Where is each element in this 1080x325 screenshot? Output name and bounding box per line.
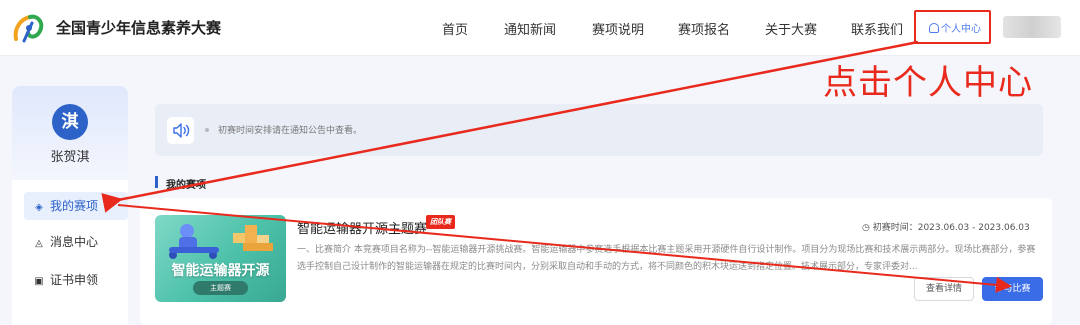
join-competition-button[interactable]: 参与比赛 — [982, 277, 1043, 301]
notice-text: 初赛时间安排请在通知公告中查看。 — [218, 126, 363, 136]
top-header: 全国青少年信息素养大赛 首页 通知新闻 赛项说明 赛项报名 关于大赛 联系我们 … — [0, 0, 1080, 56]
team-tag: 团队赛 — [426, 215, 455, 229]
user-center-label: 个人中心 — [941, 24, 981, 35]
sidebar: 淇 张贺淇 ◈ 我的赛项 ◬ 消息中心 ▣ 证书申领 — [12, 86, 128, 325]
sidebar-item-messages[interactable]: ◬ 消息中心 — [24, 228, 128, 256]
user-icon — [929, 23, 939, 33]
bullet-dot — [205, 128, 209, 132]
schedule-time-text: 初赛时间：2023.06.03 - 2023.06.03 — [872, 223, 1030, 233]
sidebar-item-label: 证书申领 — [50, 273, 99, 287]
sidebar-item-label: 我的赛项 — [50, 199, 99, 213]
sidebar-item-certificates[interactable]: ▣ 证书申领 — [24, 266, 128, 294]
nav-news[interactable]: 通知新闻 — [504, 19, 556, 38]
nav-event-info[interactable]: 赛项说明 — [592, 19, 644, 38]
certificate-icon: ▣ — [34, 276, 44, 287]
layers-icon: ◈ — [35, 202, 43, 213]
nav-registration[interactable]: 赛项报名 — [678, 19, 730, 38]
avatar: 淇 — [52, 104, 88, 140]
page: 全国青少年信息素养大赛 首页 通知新闻 赛项说明 赛项报名 关于大赛 联系我们 … — [0, 0, 1080, 325]
speaker-icon — [167, 117, 194, 144]
bell-icon: ◬ — [35, 238, 43, 249]
section-marker — [155, 176, 158, 188]
competition-thumbnail[interactable]: 智能运输器开源 主题赛 — [155, 215, 286, 302]
sidebar-item-label: 消息中心 — [50, 235, 99, 249]
view-details-button[interactable]: 查看详情 — [914, 277, 974, 301]
profile-header: 淇 张贺淇 — [12, 86, 128, 180]
user-name: 张贺淇 — [50, 150, 90, 165]
competition-card: 智能运输器开源 主题赛 智能运输器开源主题赛 团队赛 ◷ 初赛时间：2023.0… — [140, 198, 1052, 325]
thumbnail-title: 智能运输器开源 — [171, 263, 270, 279]
nav-contact[interactable]: 联系我们 — [851, 19, 903, 38]
competition-title[interactable]: 智能运输器开源主题赛 — [297, 218, 427, 237]
thumbnail-badge: 主题赛 — [193, 281, 248, 295]
annotation-text: 点击个人中心 — [823, 63, 1033, 103]
section-title: 我的赛项 — [166, 180, 206, 191]
clock-icon: ◷ — [862, 223, 873, 233]
competition-description: 一、比赛简介 本竞赛项目名称为--智能运输器开源挑战赛。智能运输器中参赛选手根据… — [297, 245, 1036, 272]
user-center-link[interactable]: 个人中心 — [929, 20, 981, 35]
nav-home[interactable]: 首页 — [442, 19, 468, 38]
site-logo[interactable] — [10, 9, 48, 47]
site-title: 全国青少年信息素养大赛 — [56, 19, 222, 37]
notice-bar: 初赛时间安排请在通知公告中查看。 — [155, 104, 1043, 156]
sidebar-item-my-events[interactable]: ◈ 我的赛项 — [24, 192, 128, 220]
blurred-username[interactable] — [1003, 16, 1061, 38]
nav-about[interactable]: 关于大赛 — [765, 19, 817, 38]
schedule-time: ◷ 初赛时间：2023.06.03 - 2023.06.03 — [862, 220, 1030, 233]
